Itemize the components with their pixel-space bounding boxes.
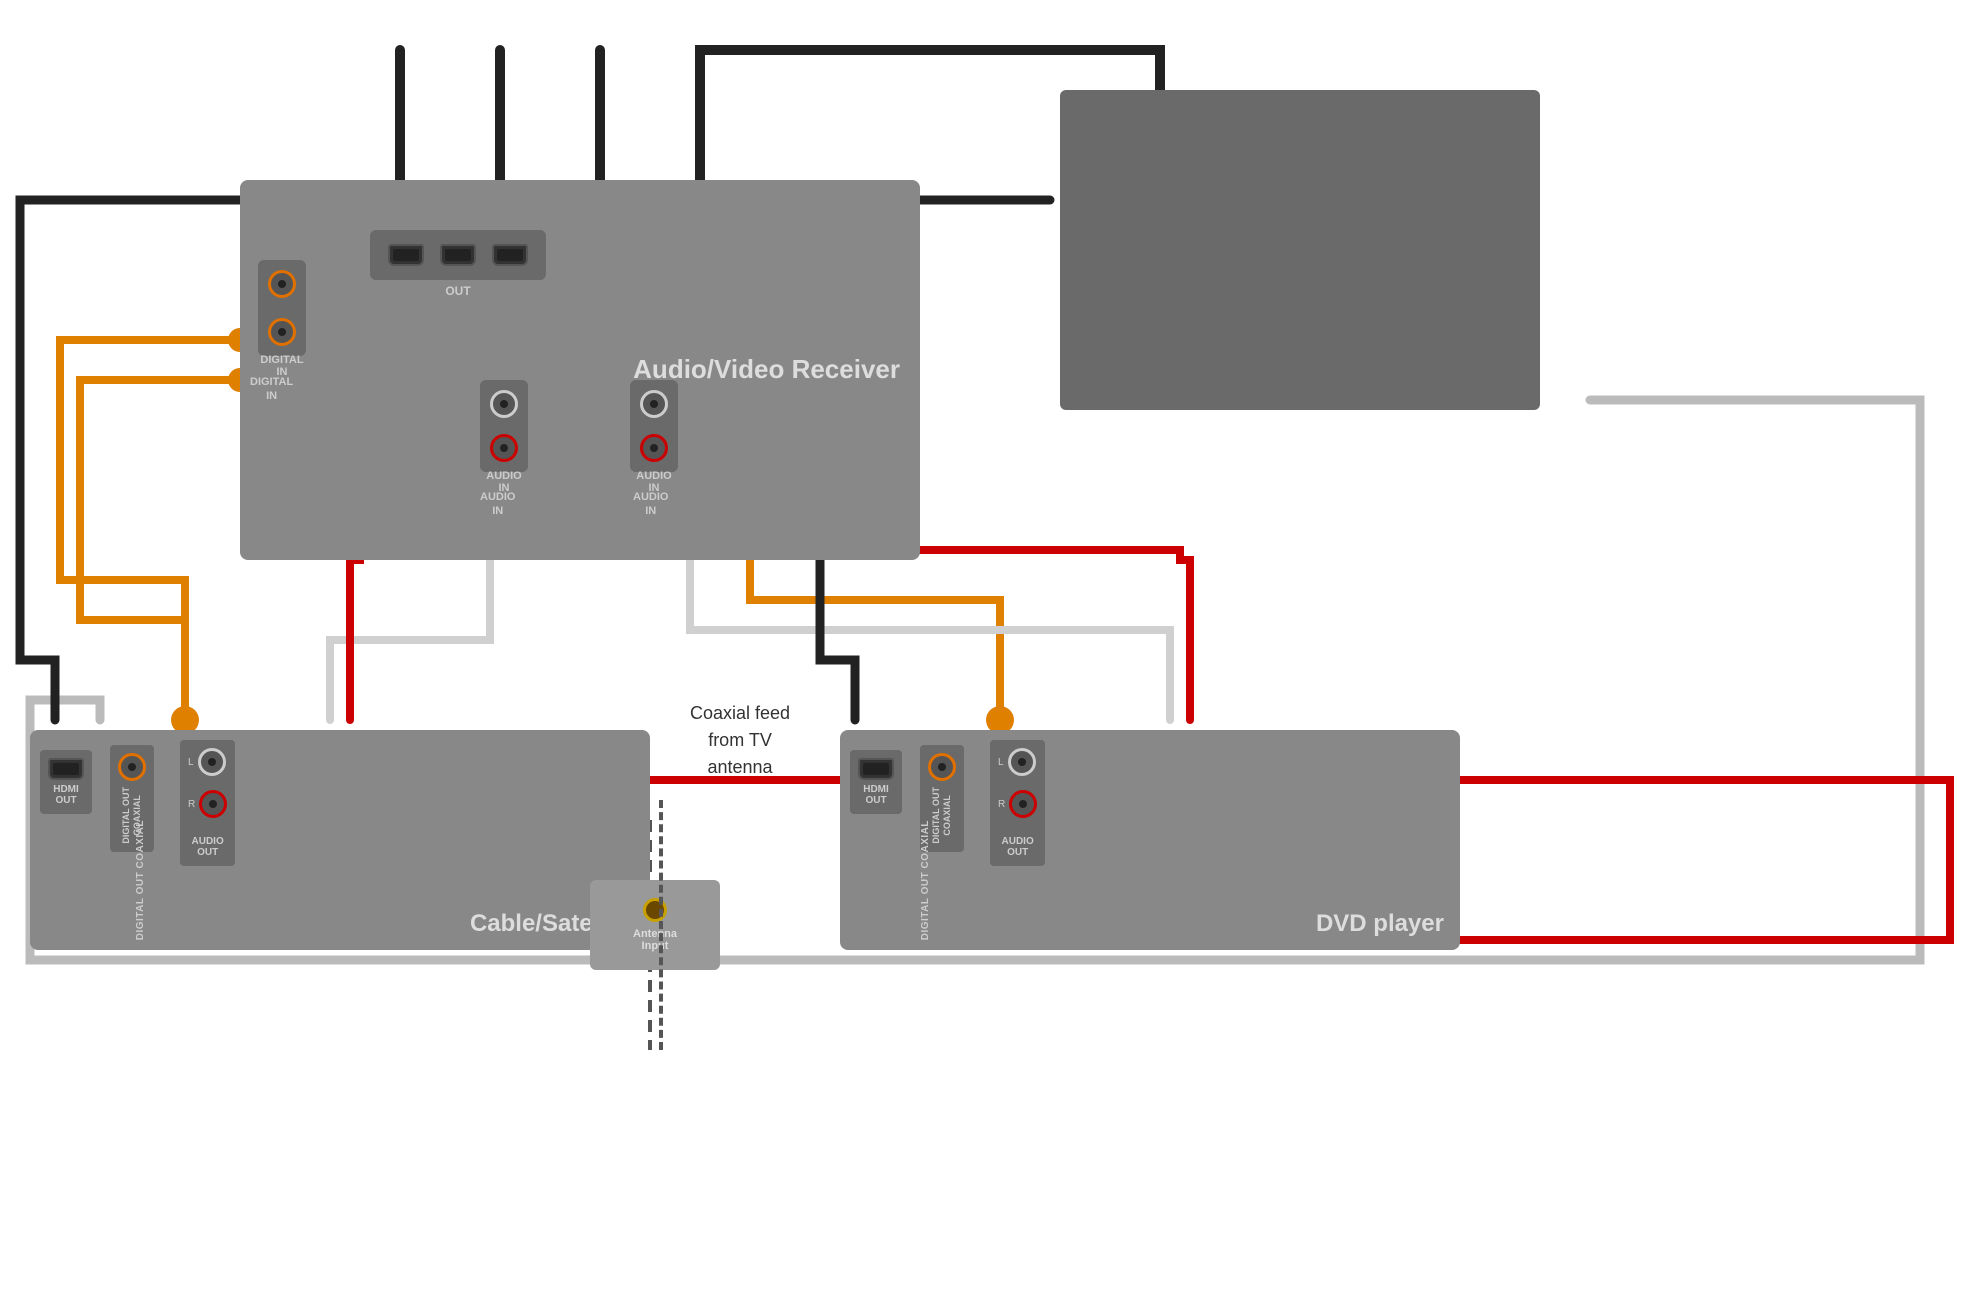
antenna-dashed-line <box>659 800 663 1050</box>
dvd-hdmi-port <box>858 758 894 780</box>
coaxial-feed-annotation: Coaxial feedfrom TVantenna <box>690 700 790 781</box>
avr-device: OUT DIGITALIN DIGITALIN AUDIOIN AUDIOIN … <box>240 180 920 560</box>
dvd-hdmi-label: HDMIOUT <box>863 784 889 806</box>
avr-label: Audio/Video Receiver <box>633 353 900 387</box>
tv-screen: HDMIIN TV Sound off <box>1060 90 1540 410</box>
dvd-digital-out-label: DIGITAL OUTCOAXIAL <box>931 787 953 844</box>
avr-hdmi-port-2 <box>440 244 476 266</box>
dvd-hdmi-out: HDMIOUT <box>850 750 902 814</box>
cable-sat-hdmi-port <box>48 758 84 780</box>
cable-sat-hdmi-label: HDMIOUT <box>53 784 79 806</box>
antenna-input-device: AntennaInput <box>590 880 720 970</box>
cable-sat-audio-out: L R AUDIOOUT <box>180 740 235 866</box>
avr-audio-in2-red <box>640 434 668 462</box>
avr-digital-in-port-1 <box>268 270 296 298</box>
dvd-coax-port <box>928 753 956 781</box>
dvd-audio-r <box>1009 790 1037 818</box>
avr-audio-in1-white <box>490 390 518 418</box>
cable-sat-device: HDMIOUT DIGITAL OUTCOAXIAL L R AUDIOOUT … <box>30 730 650 950</box>
cable-sat-audio-r <box>199 790 227 818</box>
avr-hdmi-port-3 <box>492 244 528 266</box>
cable-sat-coaxial-label: DIGITAL OUT COAXIAL <box>135 820 147 940</box>
dvd-audio-l <box>1008 748 1036 776</box>
dvd-device: HDMIOUT DIGITAL OUTCOAXIAL L R AUDIOOUT … <box>840 730 1460 950</box>
cable-sat-digital-out: DIGITAL OUTCOAXIAL <box>110 745 154 852</box>
antenna-coax-port <box>643 898 667 922</box>
avr-audio-in2-white <box>640 390 668 418</box>
cable-sat-hdmi-out: HDMIOUT <box>40 750 92 814</box>
avr-audio-in1-red <box>490 434 518 462</box>
avr-hdmi-out-label: OUT <box>445 284 470 298</box>
cable-sat-audio-l <box>198 748 226 776</box>
dvd-audio-out: L R AUDIOOUT <box>990 740 1045 866</box>
cable-sat-audio-out-label: AUDIOOUT <box>188 836 227 858</box>
dvd-coaxial-label: DIGITAL OUT COAXIAL <box>920 820 932 940</box>
dvd-label: DVD player <box>1316 910 1444 938</box>
avr-hdmi-port-1 <box>388 244 424 266</box>
diagram-container: OUT DIGITALIN DIGITALIN AUDIOIN AUDIOIN … <box>0 0 1986 1305</box>
dvd-audio-out-label: AUDIOOUT <box>998 836 1037 858</box>
cable-sat-coax-port <box>118 753 146 781</box>
antenna-input-label: AntennaInput <box>633 928 677 952</box>
avr-digital-in-port-2 <box>268 318 296 346</box>
